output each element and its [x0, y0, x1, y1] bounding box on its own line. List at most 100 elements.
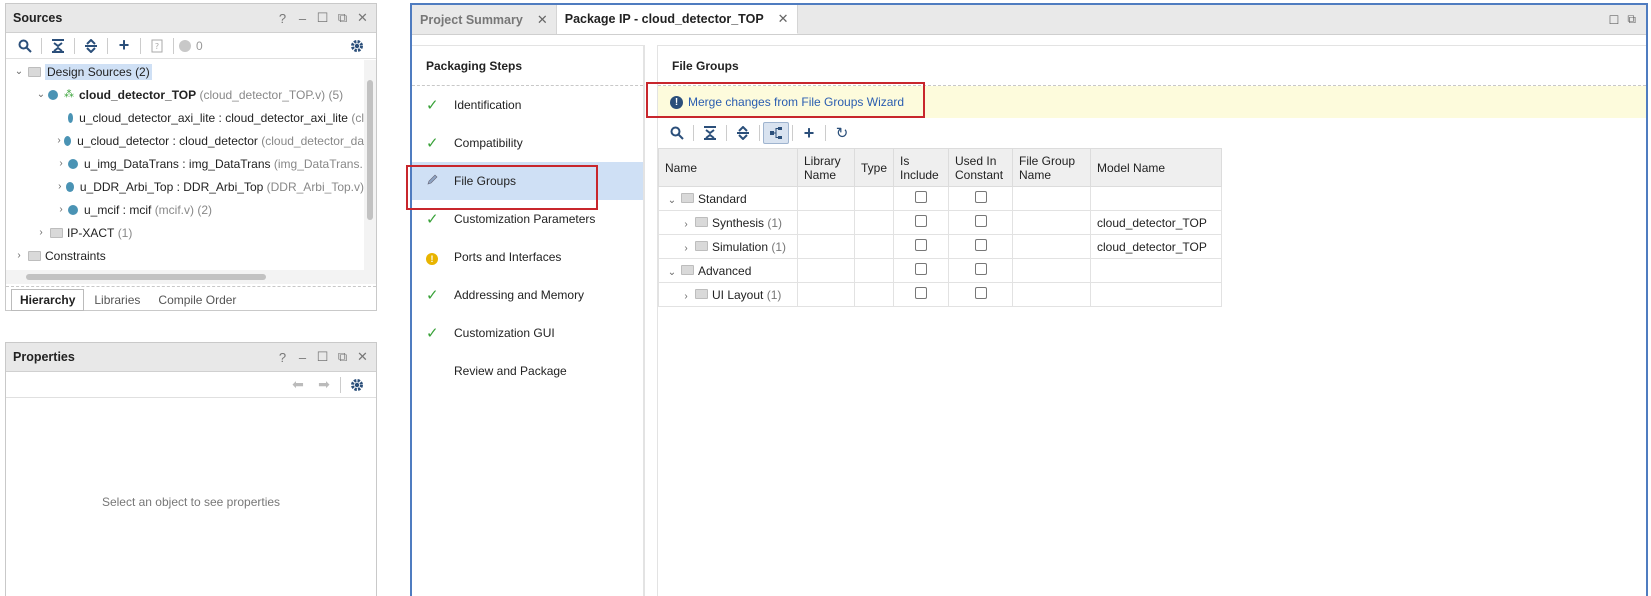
tree-child[interactable]: › u_mcif : mcif (mcif.v) (2): [6, 198, 364, 221]
collapse-all-icon[interactable]: [697, 122, 723, 144]
chevron-right-icon[interactable]: ›: [54, 158, 68, 169]
step-review-and-package[interactable]: Review and Package: [412, 352, 643, 390]
tab-libraries[interactable]: Libraries: [86, 290, 148, 310]
sources-title: Sources: [13, 11, 63, 25]
col-library-name[interactable]: Library Name: [797, 148, 855, 187]
tree-top-module[interactable]: ⌄ ⁂ cloud_detector_TOP (cloud_detector_T…: [6, 83, 364, 106]
chevron-right-icon[interactable]: ›: [679, 291, 693, 302]
chevron-right-icon[interactable]: ›: [679, 243, 693, 254]
chevron-down-icon[interactable]: ⌄: [665, 267, 679, 278]
step-customization-gui[interactable]: ✓ Customization GUI: [412, 314, 643, 352]
minimize-icon[interactable]: –: [296, 11, 309, 26]
tree-vertical-scrollbar[interactable]: [364, 60, 376, 270]
module-dot-icon: [63, 135, 72, 146]
maximize-icon[interactable]: ☐: [316, 10, 329, 26]
used-in-constant-checkbox[interactable]: [974, 263, 987, 275]
tab-package-ip[interactable]: Package IP - cloud_detector_TOP ✕: [556, 5, 798, 34]
close-icon[interactable]: ✕: [356, 10, 369, 26]
folder-icon: [28, 250, 41, 261]
properties-empty-message: Select an object to see properties: [101, 495, 281, 509]
chevron-right-icon[interactable]: ›: [34, 227, 48, 238]
question-icon[interactable]: ?: [276, 350, 289, 365]
file-groups-table: Name Library Name Type Is Include Used I…: [658, 148, 1223, 307]
float-icon[interactable]: ⧉: [1627, 12, 1636, 27]
col-type[interactable]: Type: [853, 148, 895, 187]
is-include-checkbox[interactable]: [915, 287, 928, 299]
chevron-right-icon[interactable]: ›: [679, 219, 693, 230]
is-include-checkbox[interactable]: [915, 239, 928, 251]
search-icon[interactable]: [12, 35, 38, 57]
step-compatibility[interactable]: ✓ Compatibility: [412, 124, 643, 162]
expand-all-icon[interactable]: [78, 35, 104, 57]
question-icon[interactable]: ?: [276, 11, 289, 26]
col-used-in-constant[interactable]: Used In Constant: [948, 148, 1014, 187]
maximize-icon[interactable]: ☐: [316, 349, 329, 365]
float-icon[interactable]: ⧉: [336, 10, 349, 26]
status-dot-icon: [177, 35, 193, 57]
tab-compile-order[interactable]: Compile Order: [150, 290, 244, 310]
chevron-down-icon[interactable]: ⌄: [665, 195, 679, 206]
maximize-icon[interactable]: ☐: [1609, 13, 1620, 27]
close-icon[interactable]: ✕: [356, 349, 369, 365]
col-name[interactable]: Name: [658, 148, 798, 187]
step-addressing-and-memory[interactable]: ✓ Addressing and Memory: [412, 276, 643, 314]
table-row[interactable]: › UI Layout (1): [658, 282, 1223, 307]
folder-icon: [695, 240, 708, 251]
used-in-constant-checkbox[interactable]: [974, 287, 987, 299]
step-ports-and-interfaces[interactable]: ! Ports and Interfaces: [412, 238, 643, 276]
chevron-right-icon[interactable]: ›: [12, 250, 26, 261]
table-row[interactable]: › Simulation (1) cloud_detector_TOP: [658, 234, 1223, 259]
tree-child[interactable]: u_cloud_detector_axi_lite : cloud_detect…: [6, 106, 364, 129]
col-model-name[interactable]: Model Name: [1090, 148, 1223, 187]
expand-all-icon[interactable]: [730, 122, 756, 144]
used-in-constant-checkbox[interactable]: [974, 215, 987, 227]
col-is-include[interactable]: Is Include: [893, 148, 950, 187]
chevron-right-icon[interactable]: ›: [54, 204, 68, 215]
properties-toolbar: ⬅ ➡: [6, 372, 376, 398]
tree-design-sources[interactable]: ⌄ Design Sources (2): [6, 60, 364, 83]
tab-project-summary[interactable]: Project Summary ✕: [412, 5, 557, 34]
add-icon[interactable]: +: [111, 35, 137, 57]
chevron-right-icon[interactable]: ›: [54, 135, 64, 146]
tree-child[interactable]: › u_img_DataTrans : img_DataTrans (img_D…: [6, 152, 364, 175]
step-identification[interactable]: ✓ Identification: [412, 86, 643, 124]
minimize-icon[interactable]: –: [296, 350, 309, 365]
back-arrow-icon[interactable]: ⬅: [285, 374, 311, 396]
tree-child[interactable]: › u_cloud_detector : cloud_detector (clo…: [6, 129, 364, 152]
search-icon[interactable]: [664, 122, 690, 144]
properties-header: Properties ? – ☐ ⧉ ✕: [6, 343, 376, 372]
table-row[interactable]: ⌄ Advanced: [658, 258, 1223, 283]
float-icon[interactable]: ⧉: [336, 349, 349, 365]
package-ip-window: Project Summary ✕ Package IP - cloud_det…: [410, 3, 1648, 596]
chevron-down-icon[interactable]: ⌄: [34, 89, 48, 100]
is-include-checkbox[interactable]: [915, 215, 928, 227]
tab-hierarchy[interactable]: Hierarchy: [11, 288, 85, 311]
table-row[interactable]: › Synthesis (1) cloud_detector_TOP: [658, 210, 1223, 235]
highlight-merge-banner: [646, 82, 925, 118]
tree-ipxact[interactable]: › IP-XACT (1): [6, 221, 364, 244]
used-in-constant-checkbox[interactable]: [974, 191, 987, 203]
gear-icon[interactable]: [344, 35, 370, 57]
tree-horizontal-scrollbar[interactable]: [6, 270, 376, 284]
is-include-checkbox[interactable]: [915, 263, 928, 275]
chevron-right-icon[interactable]: ›: [54, 181, 66, 192]
collapse-all-icon[interactable]: [45, 35, 71, 57]
hierarchy-icon: ⁂: [64, 89, 74, 100]
is-include-checkbox[interactable]: [915, 191, 928, 203]
tree-child[interactable]: › u_DDR_Arbi_Top : DDR_Arbi_Top (DDR_Arb…: [6, 175, 364, 198]
add-icon[interactable]: +: [796, 122, 822, 144]
badge-count: 0: [196, 38, 203, 53]
folder-icon: [681, 192, 694, 203]
gear-icon[interactable]: [344, 374, 370, 396]
used-in-constant-checkbox[interactable]: [974, 239, 987, 251]
forward-arrow-icon[interactable]: ➡: [311, 374, 337, 396]
document-help-icon[interactable]: ?: [144, 35, 170, 57]
table-row[interactable]: ⌄ Standard: [658, 186, 1223, 211]
close-icon[interactable]: ✕: [537, 12, 548, 28]
close-icon[interactable]: ✕: [778, 11, 789, 27]
group-by-hierarchy-icon[interactable]: [763, 122, 789, 144]
tree-constraints[interactable]: › Constraints: [6, 244, 364, 267]
chevron-down-icon[interactable]: ⌄: [12, 66, 26, 77]
refresh-icon[interactable]: ↻: [829, 122, 855, 144]
col-file-group-name[interactable]: File Group Name: [1012, 148, 1092, 187]
